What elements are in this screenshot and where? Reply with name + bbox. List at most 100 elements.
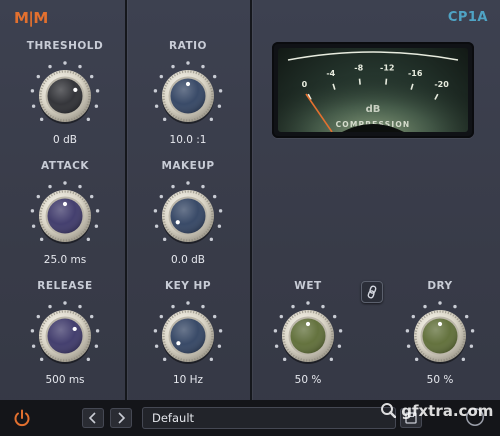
dry-label: DRY xyxy=(427,280,453,292)
watermark: gfxtra.com xyxy=(380,402,493,420)
key-hp-knob[interactable] xyxy=(152,300,224,372)
knob-scale-dot xyxy=(414,357,419,362)
knob-scale-dot xyxy=(95,89,100,93)
knob-position-indicator xyxy=(175,220,180,225)
knob-scale-dot xyxy=(36,194,41,199)
knob-scale-dot xyxy=(31,344,36,348)
plugin-name: CP1A xyxy=(447,10,488,25)
knob-scale-dot xyxy=(153,209,158,213)
watermark-logo-icon xyxy=(381,403,397,419)
ratio-value: 10.0 :1 xyxy=(169,134,207,146)
next-preset-button[interactable] xyxy=(110,408,132,428)
attack-value: 25.0 ms xyxy=(43,254,87,266)
threshold-knob-graphic xyxy=(30,61,100,124)
release-control: RELEASE 500 ms xyxy=(10,280,120,388)
attack-label: ATTACK xyxy=(40,160,90,172)
knob-scale-dot xyxy=(63,301,67,305)
meter-face: 0-4-8-12-16-20 dB COMPRESSION xyxy=(278,48,468,132)
link-icon xyxy=(367,285,377,299)
knob-scale-dot xyxy=(31,224,36,228)
knob-scale-dot xyxy=(162,357,167,362)
knob-scale-dot xyxy=(39,237,44,242)
knob-scale-dot xyxy=(48,304,52,309)
knob-scale-dot xyxy=(159,194,164,199)
knob-scale-dot xyxy=(159,74,164,79)
knob-scale-dot xyxy=(95,209,100,213)
meter-tick-label: -16 xyxy=(408,69,423,78)
knob-scale-dot xyxy=(153,329,158,333)
knob-scale-dot xyxy=(405,329,410,333)
knob-position-indicator xyxy=(437,321,443,327)
meter-tick-label: -8 xyxy=(354,64,363,73)
chevron-right-icon xyxy=(118,412,126,424)
wet-knob-graphic xyxy=(273,301,343,364)
knob-scale-dot xyxy=(89,194,94,199)
wet-knob[interactable] xyxy=(272,300,344,372)
makeup-value: 0.0 dB xyxy=(171,254,205,266)
release-knob-graphic xyxy=(30,301,100,364)
attack-knob[interactable] xyxy=(29,180,101,252)
knob-scale-dot xyxy=(171,184,175,189)
knob-scale-dot xyxy=(306,301,310,305)
knob-scale-dot xyxy=(423,304,427,309)
makeup-control: MAKEUP 0.0 dB xyxy=(133,160,243,268)
threshold-knob[interactable] xyxy=(29,60,101,132)
ratio-label: RATIO xyxy=(169,40,207,52)
knob-scale-dot xyxy=(86,357,91,362)
gain-reduction-meter: 0-4-8-12-16-20 dB COMPRESSION xyxy=(272,42,474,138)
knob-position-indicator xyxy=(176,341,181,346)
makeup-knob[interactable] xyxy=(152,180,224,252)
section-divider-right xyxy=(250,0,252,400)
brand-logo: M|M xyxy=(14,9,48,27)
knob-scale-dot xyxy=(209,237,214,242)
knob-scale-dot xyxy=(291,304,295,309)
knob-scale-dot xyxy=(212,194,217,199)
knob-scale-dot xyxy=(411,314,416,319)
ratio-knob-graphic xyxy=(153,61,223,124)
key-hp-control: KEY HP 10 Hz xyxy=(133,280,243,388)
knob-scale-dot xyxy=(461,357,466,362)
knob-scale-dot xyxy=(78,64,82,69)
meter-unit: dB xyxy=(366,104,381,115)
knob-scale-dot xyxy=(201,64,205,69)
meter-tick-label: -20 xyxy=(434,80,449,89)
knob-scale-dot xyxy=(63,61,67,65)
knob-scale-dot xyxy=(438,301,442,305)
dry-knob[interactable] xyxy=(404,300,476,372)
knob-scale-dot xyxy=(209,357,214,362)
knob-scale-dot xyxy=(329,357,334,362)
link-button[interactable] xyxy=(361,281,383,303)
knob-scale-dot xyxy=(282,357,287,362)
knob-scale-dot xyxy=(338,329,343,333)
knob-scale-dot xyxy=(154,104,159,108)
knob-scale-dot xyxy=(186,61,190,65)
knob-scale-dot xyxy=(201,304,205,309)
knob-scale-dot xyxy=(94,104,99,108)
knob-scale-dot xyxy=(153,89,158,93)
power-button[interactable] xyxy=(12,408,32,428)
knob-scale-dot xyxy=(469,344,474,348)
knob-scale-dot xyxy=(218,209,223,213)
preset-selector[interactable]: Default xyxy=(142,407,396,429)
knob-scale-dot xyxy=(186,301,190,305)
knob-scale-dot xyxy=(48,64,52,69)
knob-scale-dot xyxy=(218,89,223,93)
dry-control: DRY 50 % xyxy=(385,280,495,388)
release-value: 500 ms xyxy=(45,374,85,386)
key-hp-value: 10 Hz xyxy=(172,374,204,386)
chevron-left-icon xyxy=(88,412,96,424)
knob-scale-dot xyxy=(406,344,411,348)
knob-scale-dot xyxy=(48,184,52,189)
knob-scale-dot xyxy=(217,224,222,228)
previous-preset-button[interactable] xyxy=(82,408,104,428)
ratio-knob[interactable] xyxy=(152,60,224,132)
knob-scale-dot xyxy=(279,314,284,319)
wet-control: WET 50 % xyxy=(253,280,363,388)
knob-scale-dot xyxy=(274,344,279,348)
knob-scale-dot xyxy=(78,304,82,309)
knob-scale-dot xyxy=(30,329,35,333)
compressor-plugin: M|M CP1A THRESHOLD 0 dB ATTACK 25.0 ms R… xyxy=(0,0,500,436)
knob-scale-dot xyxy=(94,224,99,228)
meter-tick-mark xyxy=(385,78,388,85)
release-knob[interactable] xyxy=(29,300,101,372)
